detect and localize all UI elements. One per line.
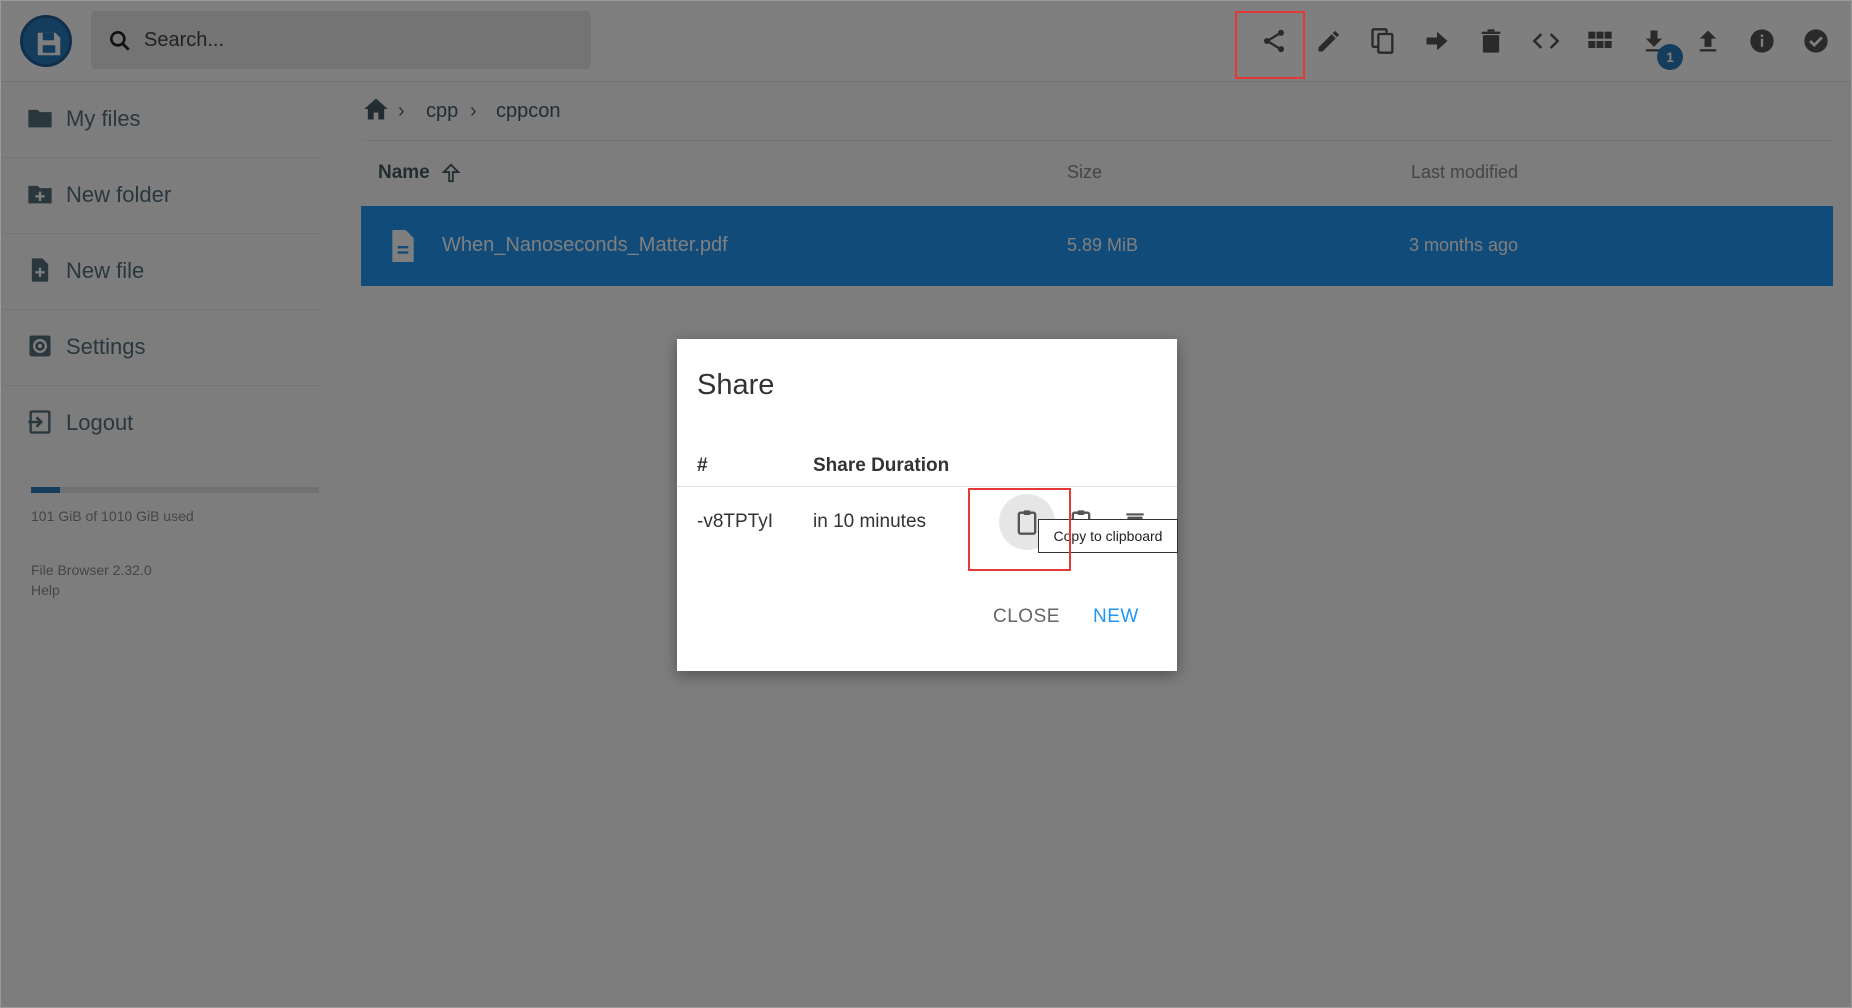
share-id: -v8TPTyI — [697, 511, 774, 532]
column-header-share-duration: Share Duration — [813, 455, 950, 476]
highlight-box — [968, 488, 1071, 571]
close-button[interactable]: CLOSE — [993, 606, 1060, 628]
share-dialog: Share # Share Duration -v8TPTyI in 10 mi… — [677, 339, 1177, 671]
highlight-box — [1235, 11, 1305, 79]
share-duration: in 10 minutes — [813, 511, 927, 532]
column-header-hash: # — [697, 455, 708, 476]
divider — [677, 486, 1177, 487]
dialog-title: Share — [697, 369, 775, 401]
new-share-button[interactable]: NEW — [1093, 606, 1139, 628]
